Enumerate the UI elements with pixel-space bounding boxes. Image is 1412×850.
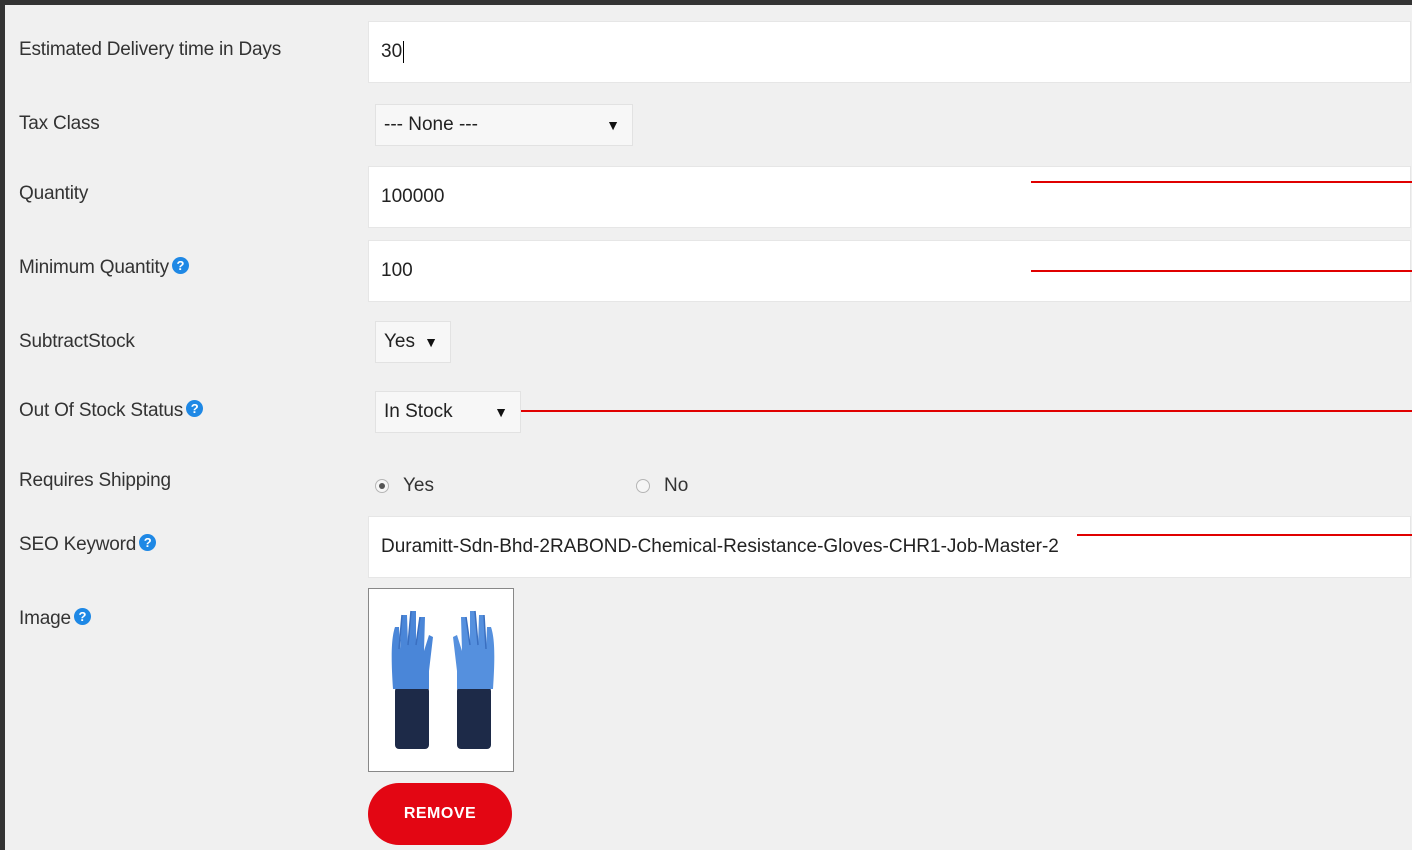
annotation-line [1031,270,1412,272]
delivery-time-label: Estimated Delivery time in Days [19,39,281,60]
quantity-label: Quantity [19,183,89,204]
shipping-yes-label: Yes [403,475,434,496]
radio-unchecked-icon[interactable] [636,479,650,493]
left-glove-icon [391,610,433,749]
quantity-input[interactable]: 100000 [368,166,1411,228]
radio-checked-icon[interactable] [375,479,389,493]
annotation-line [521,410,1412,412]
out-of-stock-status-select[interactable]: In Stock ▼ [375,391,521,433]
shipping-no-radio[interactable]: No [636,475,688,497]
product-image-thumbnail[interactable] [368,588,514,772]
caret-down-icon: ▼ [494,404,508,420]
right-glove-icon [453,610,495,749]
image-label-text: Image [19,608,71,629]
annotation-line [1077,534,1412,536]
minimum-quantity-value: 100 [381,260,413,281]
minimum-quantity-label: Minimum Quantity? [19,257,189,279]
minimum-quantity-label-text: Minimum Quantity [19,257,169,278]
question-circle-icon[interactable]: ? [73,608,91,626]
seo-keyword-label: SEO Keyword? [19,534,157,556]
requires-shipping-label: Requires Shipping [19,470,171,491]
out-of-stock-status-label: Out Of Stock Status? [19,400,204,422]
question-circle-icon[interactable]: ? [186,400,204,418]
caret-down-icon: ▼ [424,334,438,350]
subtract-stock-select[interactable]: Yes ▼ [375,321,451,363]
subtract-stock-value: Yes [384,331,415,352]
remove-image-button[interactable]: REMOVE [368,783,512,845]
shipping-no-label: No [664,475,689,496]
quantity-value: 100000 [381,186,445,207]
subtract-stock-label: SubtractStock [19,331,135,352]
question-circle-icon[interactable]: ? [171,257,189,275]
out-of-stock-status-label-text: Out Of Stock Status [19,400,184,421]
question-circle-icon[interactable]: ? [139,534,157,552]
annotation-line [1031,181,1412,183]
delivery-time-input[interactable]: 30 [368,21,1411,83]
delivery-time-value: 30 [381,41,403,62]
text-cursor [403,40,405,63]
caret-down-icon: ▼ [606,117,620,133]
tax-class-label: Tax Class [19,113,100,134]
glove-image [391,610,495,749]
shipping-yes-radio[interactable]: Yes [375,475,434,497]
seo-keyword-label-text: SEO Keyword [19,534,137,555]
seo-keyword-input[interactable]: Duramitt-Sdn-Bhd-2RABOND-Chemical-Resist… [368,516,1411,578]
tax-class-select[interactable]: --- None --- ▼ [375,104,633,146]
tax-class-value: --- None --- [384,114,478,135]
product-data-form: Estimated Delivery time in Days 30 Tax C… [5,5,1412,850]
image-label: Image? [19,608,91,630]
seo-keyword-value: Duramitt-Sdn-Bhd-2RABOND-Chemical-Resist… [381,536,1059,557]
out-of-stock-status-value: In Stock [384,401,453,422]
